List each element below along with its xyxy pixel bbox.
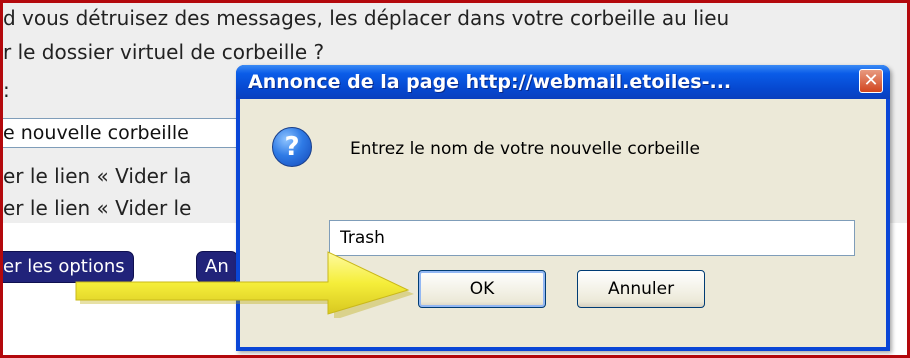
dialog-title: Annonce de la page http://webmail.etoile… bbox=[248, 71, 732, 93]
close-button[interactable]: ✕ bbox=[859, 69, 883, 93]
cancel-button[interactable]: Annuler bbox=[577, 270, 705, 308]
ok-button[interactable]: OK bbox=[418, 270, 546, 308]
empty-trash-option: er le lien « Vider le bbox=[3, 196, 192, 220]
question-icon: ? bbox=[272, 127, 312, 167]
dialog-message: Entrez le nom de votre nouvelle corbeill… bbox=[350, 139, 700, 159]
background-text-line: d vous détruisez des messages, les dépla… bbox=[3, 6, 730, 30]
dialog-titlebar[interactable]: Annonce de la page http://webmail.etoile… bbox=[236, 65, 890, 99]
close-icon: ✕ bbox=[863, 70, 879, 91]
background-text-line: : bbox=[3, 78, 10, 102]
empty-trash-option: er le lien « Vider la bbox=[3, 164, 192, 188]
background-text-line: r le dossier virtuel de corbeille ? bbox=[3, 40, 325, 64]
yellow-arrow-icon bbox=[75, 251, 414, 318]
new-trash-name-field[interactable]: e nouvelle corbeille bbox=[3, 118, 249, 148]
